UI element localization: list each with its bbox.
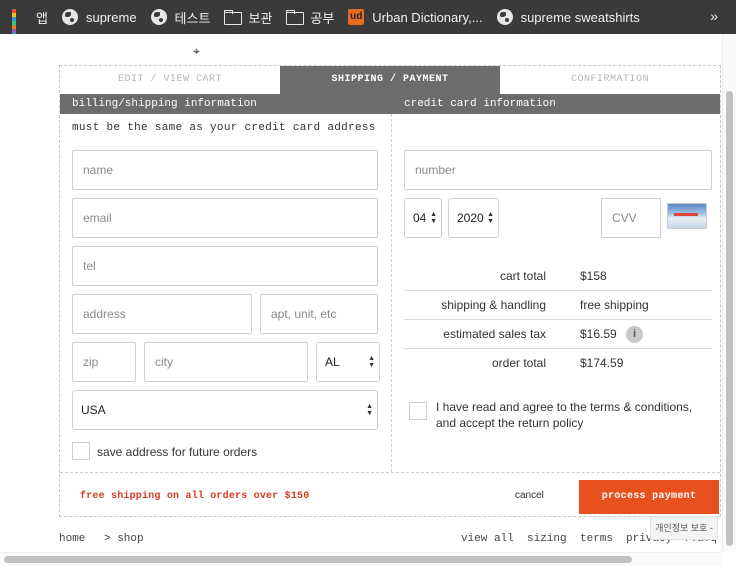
overflow-chevron-icon[interactable]: »	[710, 8, 718, 24]
shipping-row: shipping & handling free shipping	[404, 291, 712, 320]
city-field[interactable]: city	[144, 342, 308, 382]
exp-month-select[interactable]: 04 ▲ ▼	[404, 198, 442, 238]
terms-label: I have read and agree to the terms & con…	[436, 400, 693, 430]
state-value: AL	[325, 355, 340, 369]
bookmark-test[interactable]: 테스트	[150, 8, 211, 27]
tab-confirmation[interactable]: CONFIRMATION	[500, 66, 720, 94]
cart-total-row: cart total $158	[404, 262, 712, 291]
vertical-scrollbar[interactable]	[722, 34, 736, 552]
ud-icon: ud	[348, 9, 365, 25]
bookmark-supreme[interactable]: supreme	[61, 9, 137, 25]
terms-checkbox[interactable]	[409, 402, 427, 420]
country-select[interactable]: USA ▲ ▼	[72, 390, 378, 430]
footer-sizing-link[interactable]: sizing	[527, 533, 567, 545]
bookmark-label: Urban Dictionary,...	[372, 9, 483, 25]
bookmark-urban-dictionary[interactable]: ud Urban Dictionary,...	[348, 9, 483, 25]
tab-edit-view-cart[interactable]: EDIT / VIEW CART	[60, 66, 280, 94]
totals-value: $158	[580, 269, 607, 283]
totals-value: $174.59	[580, 356, 624, 370]
cancel-link[interactable]: cancel	[515, 490, 544, 501]
totals-value: free shipping	[580, 298, 649, 312]
checkout-tabs: EDIT / VIEW CART SHIPPING / PAYMENT CONF…	[60, 66, 720, 94]
globe-icon	[496, 9, 513, 25]
totals-label: estimated sales tax	[443, 327, 546, 341]
info-icon[interactable]: i	[626, 326, 643, 343]
billing-header: billing/shipping information	[72, 98, 257, 110]
folder-icon	[286, 9, 305, 25]
footer-home-link[interactable]: home	[59, 533, 85, 545]
globe-icon	[150, 9, 167, 25]
exp-year-select[interactable]: 2020 ▲ ▼	[448, 198, 499, 238]
sales-tax-row: estimated sales tax $16.59 i	[404, 320, 712, 349]
section-header: billing/shipping information credit card…	[60, 94, 720, 114]
totals-label: shipping & handling	[441, 298, 546, 312]
apps-icon	[12, 9, 28, 45]
order-total-row: order total $174.59	[404, 349, 712, 378]
bookmark-label: 테스트	[174, 10, 211, 26]
horizontal-scroll-thumb[interactable]	[4, 556, 632, 563]
card-number-field[interactable]: number	[404, 150, 712, 190]
email-field[interactable]: email	[72, 198, 378, 238]
bookmark-label: 앱	[36, 10, 48, 26]
address-field[interactable]: address	[72, 294, 252, 334]
checkout-panel: EDIT / VIEW CART SHIPPING / PAYMENT CONF…	[59, 65, 721, 517]
free-shipping-note: free shipping on all orders over $150	[80, 491, 310, 502]
globe-icon	[61, 9, 78, 25]
footer-terms-link[interactable]: terms	[580, 533, 613, 545]
footer-view-all-link[interactable]: view all	[461, 533, 514, 545]
bookmark-label: 공부	[310, 10, 335, 26]
credit-card-icon	[667, 203, 707, 229]
select-arrows-icon: ▲ ▼	[366, 403, 373, 417]
order-totals: cart total $158 shipping & handling free…	[404, 262, 712, 378]
bookmark-label: 보관	[248, 10, 273, 26]
footer-shop-link[interactable]: > shop	[104, 533, 144, 545]
select-arrows-icon: ▲ ▼	[430, 211, 437, 225]
state-select[interactable]: AL ▲ ▼	[316, 342, 380, 382]
bookmark-supreme-sweatshirts[interactable]: supreme sweatshirts	[496, 9, 640, 25]
select-arrows-icon: ▲ ▼	[368, 355, 375, 369]
page: ⌖ EDIT / VIEW CART SHIPPING / PAYMENT CO…	[0, 34, 736, 566]
tab-shipping-payment[interactable]: SHIPPING / PAYMENT	[280, 66, 500, 94]
address-note: must be the same as your credit card add…	[72, 122, 376, 134]
country-value: USA	[81, 403, 106, 417]
select-arrows-icon: ▲ ▼	[487, 211, 494, 225]
folder-icon	[224, 9, 243, 25]
tel-field[interactable]: tel	[72, 246, 378, 286]
save-address-checkbox[interactable]	[72, 442, 90, 460]
bookmarks-bar: 앱 supreme 테스트 보관 공부 ud Urban Dictionary,…	[0, 0, 736, 45]
name-field[interactable]: name	[72, 150, 378, 190]
cursor-icon: ⌖	[193, 44, 200, 58]
zip-field[interactable]: zip	[72, 342, 136, 382]
bookmark-folder-study[interactable]: 공부	[286, 8, 334, 27]
totals-label: order total	[491, 356, 546, 370]
privacy-badge[interactable]: 개인정보 보호 -	[650, 516, 718, 540]
bookmark-label: supreme	[85, 9, 137, 25]
bookmark-apps[interactable]: 앱	[12, 8, 48, 45]
exp-year-value: 2020	[457, 211, 484, 225]
save-address-label: save address for future orders	[97, 445, 258, 459]
totals-label: cart total	[499, 269, 546, 283]
card-header: credit card information	[404, 98, 556, 110]
footer-divider	[60, 472, 720, 473]
horizontal-scrollbar[interactable]	[0, 552, 722, 566]
bookmark-folder-archive[interactable]: 보관	[224, 8, 272, 27]
column-divider	[391, 114, 392, 472]
exp-month-value: 04	[413, 211, 427, 225]
vertical-scroll-thumb[interactable]	[726, 91, 733, 546]
apt-field[interactable]: apt, unit, etc	[260, 294, 378, 334]
cvv-field[interactable]: CVV	[601, 198, 661, 238]
totals-value: $16.59	[580, 327, 617, 341]
process-payment-button[interactable]: process payment	[579, 480, 719, 514]
bookmark-label: supreme sweatshirts	[520, 9, 640, 25]
